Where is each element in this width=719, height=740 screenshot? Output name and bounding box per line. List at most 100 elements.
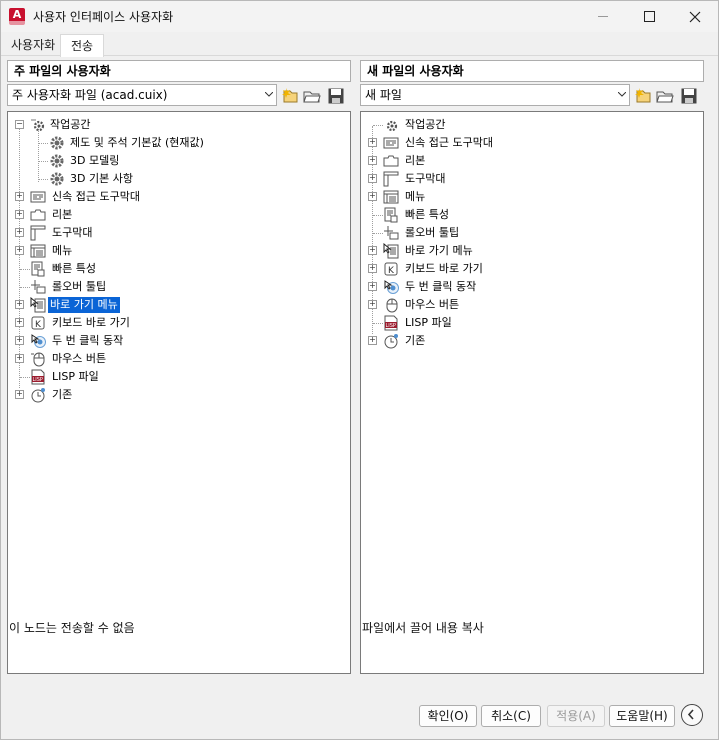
lisp-file-icon: LISP: [31, 369, 45, 385]
tree-node-keyboard-shortcuts[interactable]: + K 키보드 바로 가기: [8, 314, 348, 332]
tree-node-legacy[interactable]: + 기존: [8, 386, 348, 404]
tree-node-rollover-tooltips[interactable]: 롤오버 툴팁: [8, 278, 348, 296]
tree-node-quick-properties[interactable]: 빠른 특성: [8, 260, 348, 278]
expand-icon[interactable]: +: [368, 246, 377, 255]
expand-icon[interactable]: +: [15, 228, 24, 237]
mouse-icon: [31, 352, 45, 367]
minimize-button[interactable]: [580, 1, 626, 32]
shortcut-menu-icon: [383, 243, 399, 259]
main-file-panel-header: 주 파일의 사용자화: [7, 60, 351, 82]
toolbar-icon: [30, 225, 46, 241]
new-file-tree[interactable]: 작업공간 + 신속 접근 도구막대 + 리본 + 도구막대 + 메뉴 빠른 특성…: [360, 111, 704, 674]
tree-node-quick-properties[interactable]: 빠른 특성: [361, 206, 701, 224]
gear-icon: [50, 154, 64, 168]
quick-properties-icon: [31, 261, 45, 277]
window-title: 사용자 인터페이스 사용자화: [33, 10, 174, 24]
tree-node-lisp-files[interactable]: LISP LISP 파일: [8, 368, 348, 386]
tree-node-shortcut-menus[interactable]: + 바로 가기 메뉴: [8, 296, 348, 314]
tree-node-workspace-3d-basics[interactable]: 3D 기본 사항: [8, 170, 348, 188]
autocad-app-icon: A: [9, 8, 25, 25]
tree-node-lisp-files[interactable]: LISP LISP 파일: [361, 314, 701, 332]
expand-icon[interactable]: +: [15, 246, 24, 255]
customize-ui-dialog: A 사용자 인터페이스 사용자화 사용자화 전송 주 파일의 사용자화 주 사용…: [0, 0, 719, 740]
expand-icon[interactable]: +: [368, 282, 377, 291]
tree-node-quick-access-toolbars[interactable]: + 신속 접근 도구막대: [8, 188, 348, 206]
tree-node-workspace-drafting[interactable]: 제도 및 주석 기본값 (현재값): [8, 134, 348, 152]
chevron-down-icon: [618, 92, 626, 97]
ok-button[interactable]: 확인(O): [419, 705, 477, 727]
open-folder-icon[interactable]: [656, 87, 674, 105]
expand-icon[interactable]: +: [15, 354, 24, 363]
ribbon-icon: [30, 209, 46, 221]
expand-icon[interactable]: +: [368, 174, 377, 183]
legacy-clock-icon: [31, 388, 45, 403]
rollover-tooltip-icon: [31, 280, 46, 294]
close-button[interactable]: [672, 1, 718, 32]
maximize-icon: [643, 11, 655, 22]
tree-node-legacy[interactable]: + 기존: [361, 332, 701, 350]
expand-icon[interactable]: +: [15, 210, 24, 219]
keyboard-shortcut-icon: K: [384, 262, 398, 276]
main-file-status-text: 이 노드는 전송할 수 없음: [9, 621, 135, 635]
cancel-button[interactable]: 취소(C): [481, 705, 541, 727]
tab-transfer[interactable]: 전송: [60, 34, 104, 57]
help-button[interactable]: 도움말(H): [609, 705, 675, 727]
toolbar-icon: [383, 171, 399, 187]
expand-icon[interactable]: +: [15, 390, 24, 399]
expand-icon[interactable]: +: [15, 300, 24, 309]
tree-node-ribbon[interactable]: + 리본: [361, 152, 701, 170]
save-icon[interactable]: [680, 87, 698, 105]
expand-icon[interactable]: +: [368, 138, 377, 147]
main-file-tree[interactable]: − 작업공간 제도 및 주석 기본값 (현재값) 3D 모델링 3D 기본 사항: [7, 111, 351, 674]
tree-node-double-click-actions[interactable]: + 두 번 클릭 동작: [361, 278, 701, 296]
main-file-combo[interactable]: 주 사용자화 파일 (acad.cuix): [7, 84, 277, 106]
new-file-status-text: 파일에서 끌어 내용 복사: [362, 621, 484, 635]
expand-icon[interactable]: +: [368, 156, 377, 165]
expand-icon[interactable]: +: [15, 336, 24, 345]
save-icon[interactable]: [327, 87, 345, 105]
collapse-icon[interactable]: −: [15, 120, 24, 129]
expand-icon[interactable]: +: [15, 192, 24, 201]
tree-node-toolbars[interactable]: + 도구막대: [361, 170, 701, 188]
tree-node-menus[interactable]: + 메뉴: [8, 242, 348, 260]
tree-node-mouse-buttons[interactable]: + 마우스 버튼: [8, 350, 348, 368]
expand-icon[interactable]: +: [368, 300, 377, 309]
tree-node-shortcut-menus[interactable]: + 바로 가기 메뉴: [361, 242, 701, 260]
menu-icon: [383, 190, 399, 204]
tree-node-menus[interactable]: + 메뉴: [361, 188, 701, 206]
new-file-icon[interactable]: [281, 87, 299, 105]
quick-properties-icon: [384, 207, 398, 223]
expand-icon[interactable]: +: [15, 318, 24, 327]
gear-icon: [50, 136, 64, 150]
chevron-down-icon: [265, 92, 273, 97]
tree-node-workspaces[interactable]: 작업공간: [361, 116, 701, 134]
tree-node-double-click-actions[interactable]: + 두 번 클릭 동작: [8, 332, 348, 350]
expand-icon[interactable]: +: [368, 336, 377, 345]
new-file-icon[interactable]: [634, 87, 652, 105]
double-click-icon: [384, 280, 399, 294]
tree-node-workspaces[interactable]: − 작업공간: [8, 116, 348, 134]
chevron-left-icon: [687, 709, 694, 720]
main-file-combo-row: 주 사용자화 파일 (acad.cuix): [7, 84, 351, 108]
main-file-panel: 주 파일의 사용자화 주 사용자화 파일 (acad.cuix) − 작업공간 …: [7, 60, 351, 674]
tree-node-rollover-tooltips[interactable]: 롤오버 툴팁: [361, 224, 701, 242]
tab-customize[interactable]: 사용자화: [6, 34, 60, 56]
title-bar[interactable]: A 사용자 인터페이스 사용자화: [1, 1, 718, 32]
new-file-combo-row: 새 파일: [360, 84, 704, 108]
workspace-gear-icon: [386, 120, 398, 132]
open-folder-icon[interactable]: [303, 87, 321, 105]
tree-node-ribbon[interactable]: + 리본: [8, 206, 348, 224]
menu-icon: [30, 244, 46, 258]
tree-node-workspace-3d-modeling[interactable]: 3D 모델링: [8, 152, 348, 170]
gear-icon: [50, 172, 64, 186]
expand-icon[interactable]: +: [368, 192, 377, 201]
expand-icon[interactable]: +: [368, 264, 377, 273]
tree-node-toolbars[interactable]: + 도구막대: [8, 224, 348, 242]
apply-button[interactable]: 적용(A): [547, 705, 605, 727]
new-file-combo[interactable]: 새 파일: [360, 84, 630, 106]
maximize-button[interactable]: [626, 1, 672, 32]
tree-node-keyboard-shortcuts[interactable]: + K 키보드 바로 가기: [361, 260, 701, 278]
tree-node-mouse-buttons[interactable]: + 마우스 버튼: [361, 296, 701, 314]
tree-node-quick-access-toolbars[interactable]: + 신속 접근 도구막대: [361, 134, 701, 152]
collapse-panel-button[interactable]: [681, 704, 703, 726]
